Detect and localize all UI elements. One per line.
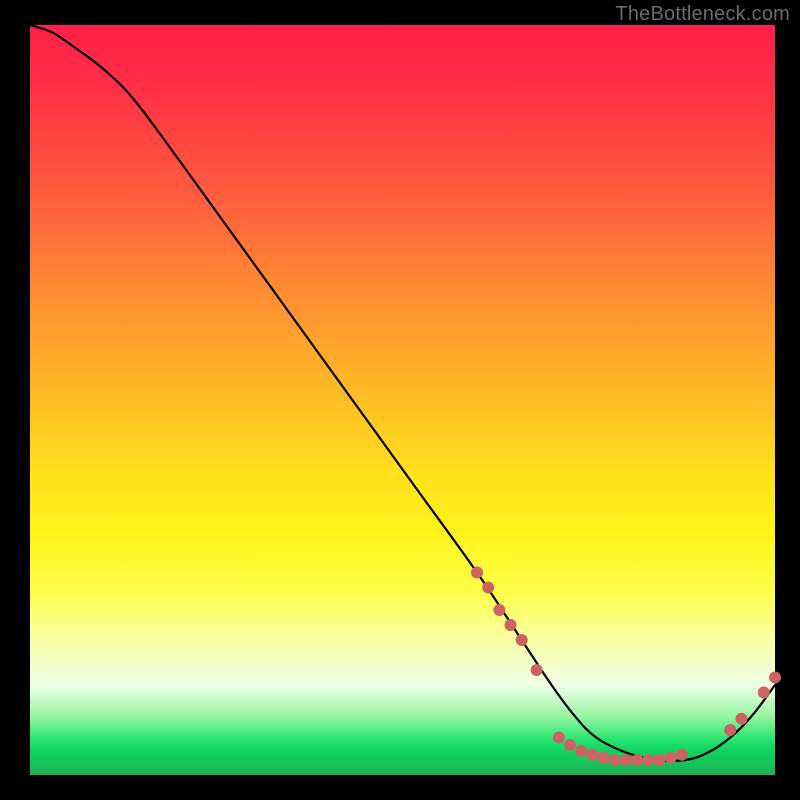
marker-dot xyxy=(587,749,599,761)
marker-dot xyxy=(631,754,643,766)
marker-dot xyxy=(724,724,736,736)
marker-dot xyxy=(531,664,543,676)
marker-dot xyxy=(482,582,494,594)
marker-dot xyxy=(665,752,677,764)
chart-svg xyxy=(30,25,775,775)
highlight-points xyxy=(471,567,781,767)
marker-dot xyxy=(493,604,505,616)
marker-dot xyxy=(471,567,483,579)
marker-dot xyxy=(564,739,576,751)
marker-dot xyxy=(575,745,587,757)
marker-dot xyxy=(553,732,565,744)
marker-dot xyxy=(736,713,748,725)
marker-dot xyxy=(642,754,654,766)
bottleneck-curve xyxy=(30,25,775,761)
marker-dot xyxy=(620,754,632,766)
watermark-text: TheBottleneck.com xyxy=(615,3,790,26)
marker-dot xyxy=(505,619,517,631)
marker-dot xyxy=(516,634,528,646)
marker-dot xyxy=(676,749,688,761)
marker-dot xyxy=(654,754,666,766)
marker-dot xyxy=(609,754,621,766)
marker-dot xyxy=(758,687,770,699)
plot-area xyxy=(30,25,775,775)
marker-dot xyxy=(598,752,610,764)
marker-dot xyxy=(769,672,781,684)
chart-stage: TheBottleneck.com xyxy=(0,0,800,800)
